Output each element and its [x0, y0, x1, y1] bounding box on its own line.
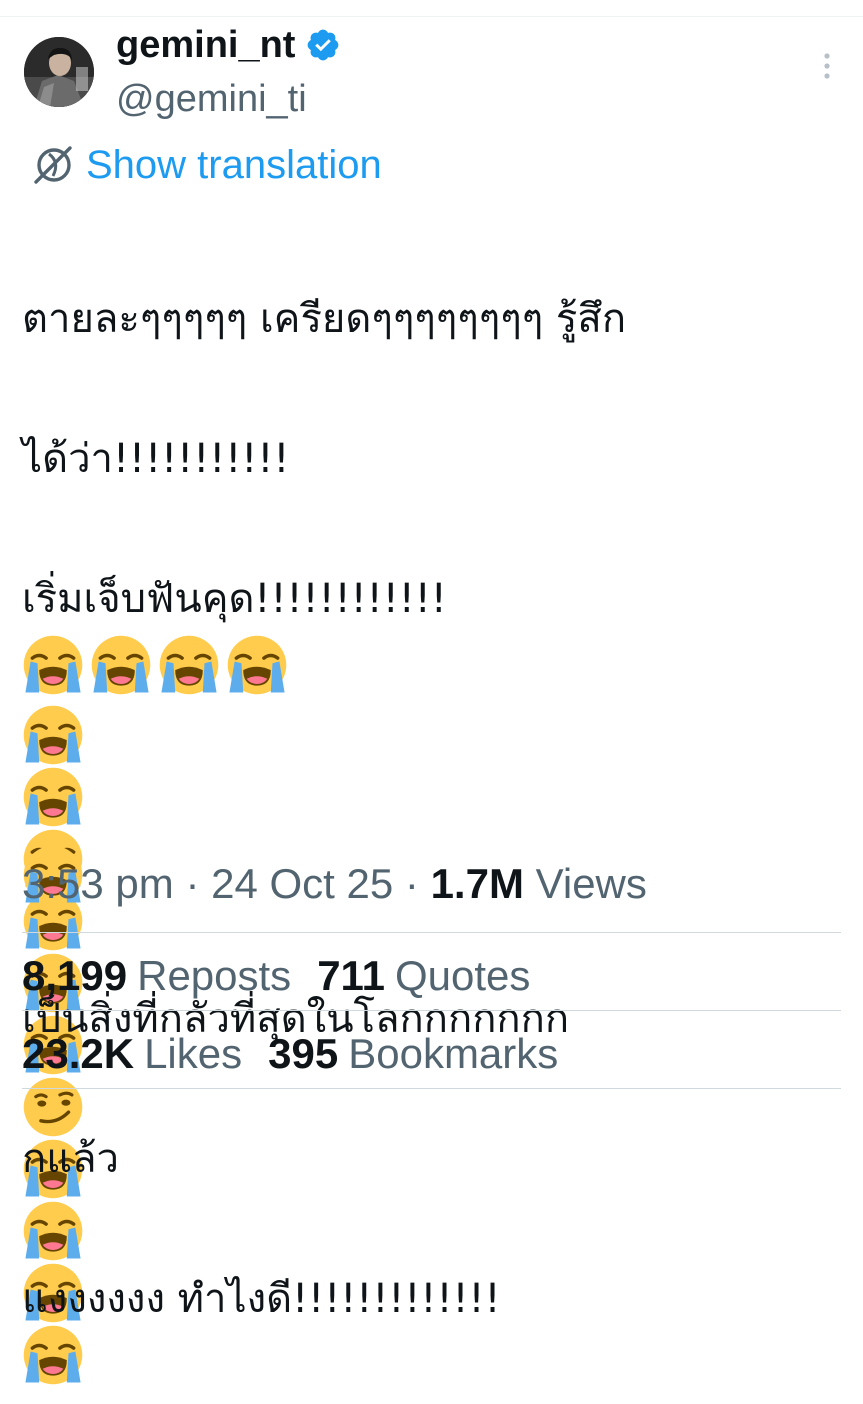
quotes-label: Quotes: [394, 952, 531, 999]
loudly-crying-face-emoji-icon: [23, 705, 83, 765]
views-label[interactable]: Views: [536, 860, 647, 907]
author-name-row: gemini_nt: [116, 22, 341, 68]
author-handle[interactable]: @gemini_ti: [116, 76, 307, 122]
verified-badge-icon: [308, 29, 339, 61]
bookmarks-stat[interactable]: 395 Bookmarks: [268, 1026, 558, 1082]
bookmarks-count: 395: [268, 1030, 339, 1077]
show-translation-link[interactable]: Show translation: [30, 140, 382, 190]
tweet-line: ได้ว่า!!!!!!!!!!!: [22, 436, 290, 482]
show-translation-label[interactable]: Show translation: [86, 140, 382, 190]
more-vertical-icon[interactable]: [817, 50, 837, 82]
likes-count: 23.2K: [22, 1030, 135, 1077]
tweet-line-with-emoji: เริ่มเจ็บฟันคุด!!!!!!!!!!!!: [22, 564, 842, 695]
tweet-line: เริ่มเจ็บฟันคุด!!!!!!!!!!!!: [22, 576, 447, 622]
reposts-label: Reposts: [137, 952, 292, 999]
tweet-line: กแล้ว: [22, 1136, 119, 1182]
translate-globe-icon: [34, 146, 72, 184]
tweet-date[interactable]: 24 Oct 25: [211, 860, 393, 907]
tweet-text: ตายละๆๆๆๆๆ เครียดๆๆๆๆๆๆๆๆ รู้สึก ได้ว่า!…: [22, 214, 842, 1404]
divider: [22, 1088, 841, 1089]
meta-separator: ·: [404, 860, 419, 907]
loudly-crying-face-emoji-icon: [23, 767, 83, 827]
reposts-count: 8,199: [22, 952, 128, 999]
author-display-name[interactable]: gemini_nt: [116, 22, 295, 68]
quotes-stat[interactable]: 711 Quotes: [317, 948, 530, 1004]
tweet-time[interactable]: 3:53 pm: [22, 860, 174, 907]
views-count[interactable]: 1.7M: [431, 860, 524, 907]
loudly-crying-face-emoji-icon: [227, 635, 287, 695]
avatar-photo-icon: [24, 37, 94, 107]
avatar[interactable]: [24, 37, 94, 107]
engagement-row: 8,199 Reposts 711 Quotes: [22, 948, 556, 1004]
emoji-group: [22, 634, 842, 696]
top-divider: [0, 16, 863, 17]
loudly-crying-face-emoji-icon: [91, 635, 151, 695]
tweet-meta: 3:53 pm · 24 Oct 25 · 1.7M Views: [22, 856, 647, 912]
emoji-line: [22, 704, 842, 1385]
likes-label: Likes: [144, 1030, 243, 1077]
loudly-crying-face-emoji-icon: [159, 635, 219, 695]
engagement-row: 23.2K Likes 395 Bookmarks: [22, 1026, 584, 1082]
tweet-line: ตายละๆๆๆๆๆ เครียดๆๆๆๆๆๆๆๆ รู้สึก: [22, 296, 627, 342]
tweet-line: แงงงงงง ทำไงดี!!!!!!!!!!!!!: [22, 1276, 501, 1322]
divider: [22, 1010, 841, 1011]
loudly-crying-face-emoji-icon: [23, 1201, 83, 1261]
quotes-count: 711: [317, 952, 385, 999]
loudly-crying-face-emoji-icon: [23, 635, 83, 695]
likes-stat[interactable]: 23.2K Likes: [22, 1026, 242, 1082]
bookmarks-label: Bookmarks: [348, 1030, 559, 1077]
meta-separator: ·: [185, 860, 200, 907]
reposts-stat[interactable]: 8,199 Reposts: [22, 948, 291, 1004]
divider: [22, 932, 841, 933]
